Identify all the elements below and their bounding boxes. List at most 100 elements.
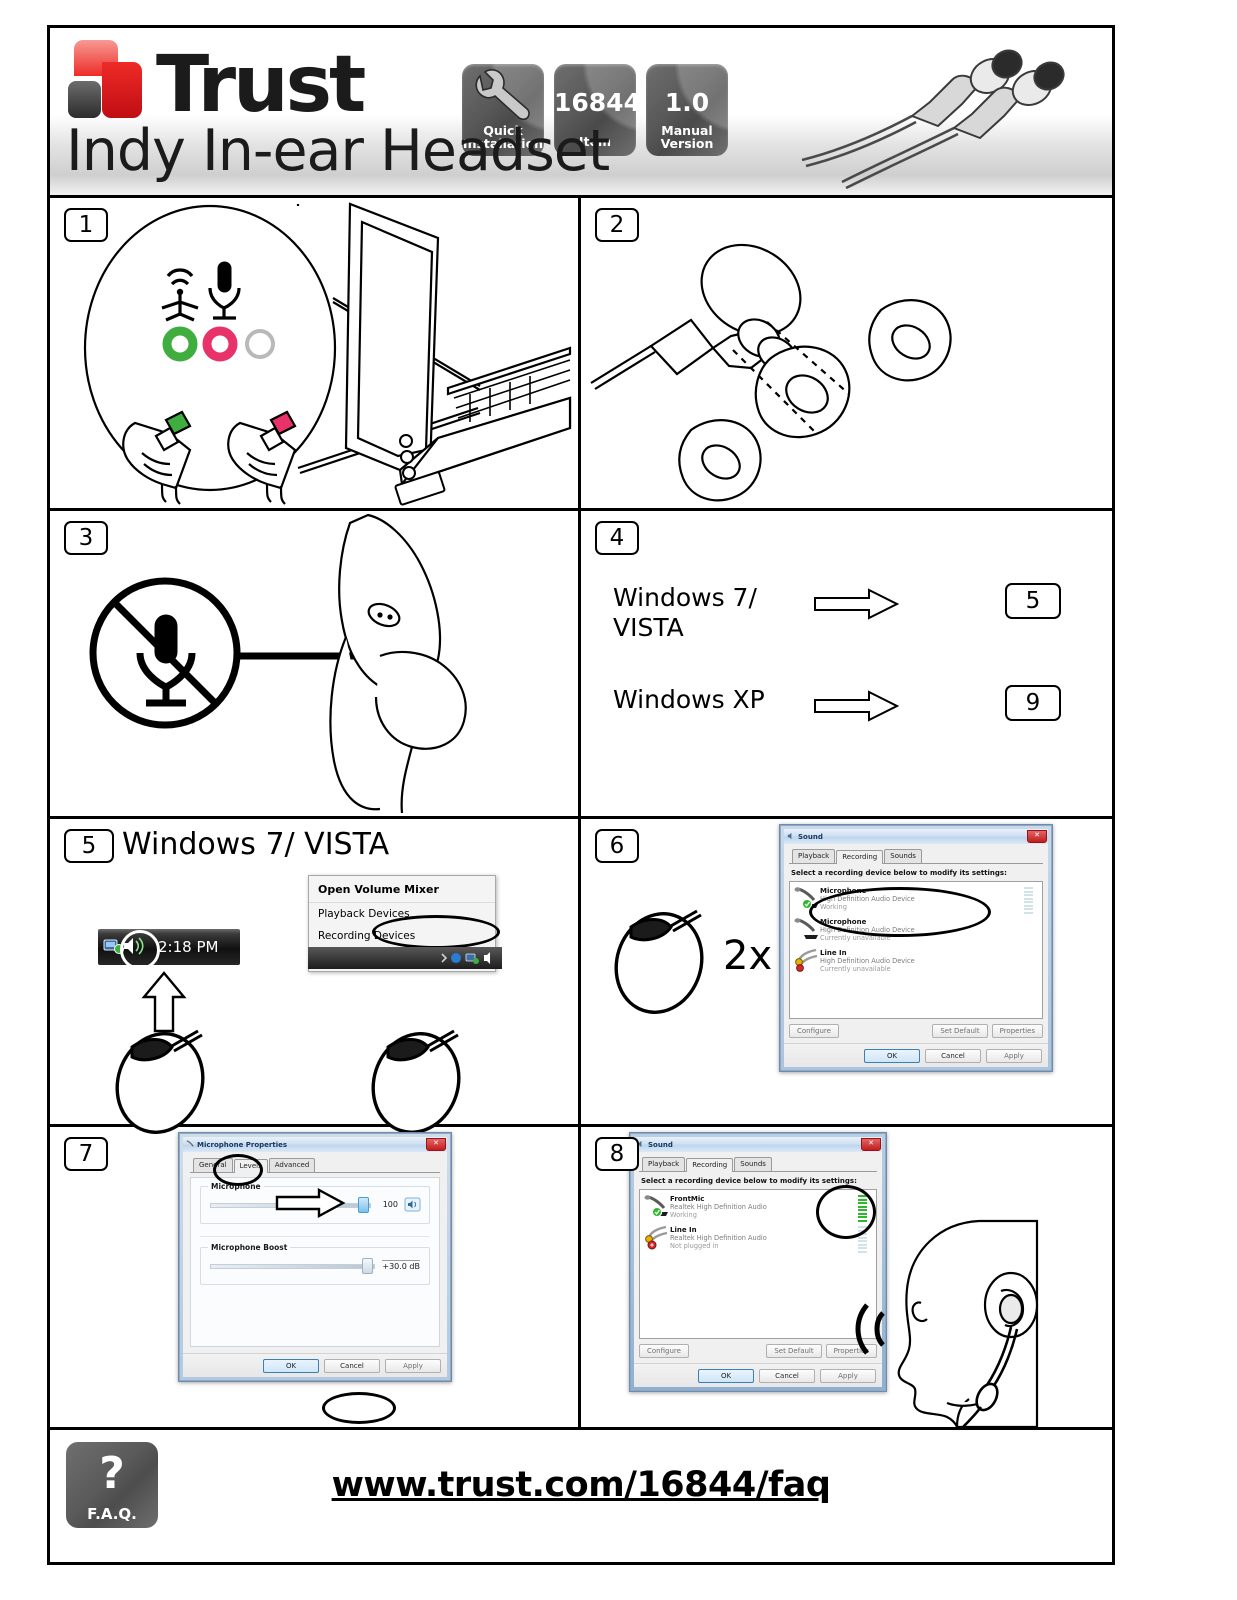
panel-2-illustration: [590, 243, 952, 502]
sound-dialog-titlebar-8: Sound ✕: [634, 1137, 882, 1152]
device-status: Currently unavailable: [820, 965, 891, 973]
brand-name: Trust: [156, 40, 366, 130]
head-wearing-headset-illustration: [855, 1219, 1039, 1429]
line-in-icon: [645, 1225, 668, 1250]
tab-recording[interactable]: Recording: [836, 850, 884, 864]
panel-4: 4 Windows 7/VISTA 5 Windows XP 9: [581, 511, 1112, 816]
taskbar-clock: 2:18 PM: [158, 938, 219, 956]
tray-icons: [441, 952, 490, 964]
sound-dialog-footer-8: OK Cancel Apply: [634, 1363, 882, 1387]
panel-7: 7 Microphone Properties ✕ General Levels…: [50, 1127, 581, 1427]
panel-7-number: 7: [64, 1137, 108, 1171]
recording-devices-highlight: [372, 915, 500, 949]
trust-logo: Trust: [68, 40, 366, 130]
manual-sheet: Trust QuickInstallation 16844 Item 1.0: [47, 25, 1115, 1565]
cancel-button[interactable]: Cancel: [925, 1049, 981, 1063]
panel-4-number: 4: [595, 521, 639, 555]
microphone-level-value: 100: [382, 1199, 398, 1209]
panel-6-number: 6: [595, 829, 639, 863]
microphone-boost-slider[interactable]: [210, 1258, 376, 1274]
panel-1: 1: [50, 198, 581, 508]
close-icon[interactable]: ✕: [426, 1138, 446, 1151]
tab-playback[interactable]: Playback: [642, 1157, 686, 1171]
ok-button[interactable]: OK: [698, 1369, 754, 1383]
microphone-icon: [644, 1195, 668, 1218]
sound-dialog-step6: Sound ✕ Playback Recording Sounds Select…: [779, 824, 1053, 1072]
device-row-line-in[interactable]: Line In High Definition Audio Device Cur…: [794, 948, 1038, 973]
faq-url[interactable]: www.trust.com/16844/faq: [50, 1465, 1112, 1505]
ok-button-highlight: [322, 1392, 396, 1424]
os-selection-list: Windows 7/VISTA 5 Windows XP 9: [613, 583, 1102, 749]
os-label-windows7-vista: Windows 7/VISTA: [613, 583, 757, 642]
tab-playback[interactable]: Playback: [792, 849, 836, 863]
tab-sounds[interactable]: Sounds: [734, 1157, 772, 1171]
badge-version-value: 1.0: [664, 88, 710, 117]
configure-button[interactable]: Configure: [789, 1024, 839, 1038]
device-name: FrontMic: [670, 1195, 705, 1203]
tab-advanced[interactable]: Advanced: [268, 1158, 316, 1172]
wrench-icon: [475, 69, 530, 121]
close-icon[interactable]: ✕: [1027, 830, 1047, 843]
panel-3-number: 3: [64, 521, 108, 555]
ok-button[interactable]: OK: [263, 1359, 319, 1373]
device-status: Working: [670, 1211, 697, 1219]
tab-recording[interactable]: Recording: [686, 1158, 734, 1172]
sound-dialog-hint: Select a recording device below to modif…: [791, 869, 1007, 877]
os-label-windows-xp: Windows XP: [613, 685, 765, 714]
tab-sounds[interactable]: Sounds: [884, 849, 922, 863]
faq-label: F.A.Q.: [87, 1505, 137, 1523]
sound-dialog-body-8: Playback Recording Sounds Select a recor…: [634, 1152, 882, 1363]
speaker-icon: [787, 832, 792, 840]
badge-item-value: 16844: [554, 88, 641, 117]
sound-dialog-hint-8: Select a recording device below to modif…: [641, 1177, 857, 1185]
header: Trust QuickInstallation 16844 Item 1.0: [50, 28, 1112, 198]
goto-step-9[interactable]: 9: [1005, 685, 1061, 721]
mic-properties-footer: OK Cancel Apply: [183, 1353, 447, 1377]
device-driver: Realtek High Definition Audio: [670, 1234, 767, 1242]
device-driver: Realtek High Definition Audio: [670, 1203, 767, 1211]
apply-button[interactable]: Apply: [986, 1049, 1042, 1063]
badge-manual-version: 1.0 Manual Version: [646, 64, 728, 156]
volume-icon-highlight: [120, 930, 160, 970]
panel-8: 8 Sound ✕ Playback Recording Sounds Sele…: [581, 1127, 1112, 1429]
configure-button[interactable]: Configure: [639, 1344, 689, 1358]
row-5-6: 5 Windows 7/ VISTA 2:18 PM Open Volume M…: [50, 819, 1112, 1134]
mute-toggle-icon[interactable]: [404, 1197, 421, 1211]
ok-button[interactable]: OK: [864, 1049, 920, 1063]
device-driver: High Definition Audio Device: [820, 957, 915, 965]
panel-1-illustration: [83, 202, 572, 506]
close-icon[interactable]: ✕: [861, 1138, 881, 1151]
sound-dialog-buttonrow: Configure Set Default Properties: [789, 1024, 1043, 1038]
sound-dialog-step8: Sound ✕ Playback Recording Sounds Select…: [629, 1132, 887, 1392]
device-name: Line In: [670, 1226, 697, 1234]
footer: ? F.A.Q. www.trust.com/16844/faq: [50, 1430, 1112, 1540]
headset-product-image: [801, 49, 1065, 190]
microphone-icon: [186, 1140, 194, 1147]
cancel-button[interactable]: Cancel: [324, 1359, 380, 1373]
apply-button[interactable]: Apply: [385, 1359, 441, 1373]
panel-5-number: 5: [64, 829, 114, 863]
set-default-button[interactable]: Set Default: [932, 1024, 988, 1038]
goto-step-5[interactable]: 5: [1005, 583, 1061, 619]
arrow-up-icon: [141, 971, 187, 1033]
arrow-right-icon-2: [813, 685, 933, 722]
mic-properties-titlebar: Microphone Properties ✕: [183, 1137, 447, 1152]
properties-button[interactable]: Properties: [991, 1024, 1043, 1038]
panel-2-number: 2: [595, 208, 639, 242]
cancel-button[interactable]: Cancel: [759, 1369, 815, 1383]
sound-dialog-tabs: Playback Recording Sounds: [789, 849, 1043, 864]
double-click-label: 2x: [723, 933, 773, 979]
microphone-boost-label: Microphone Boost: [208, 1243, 291, 1252]
levels-tab-highlight: [213, 1154, 263, 1186]
page-title: Indy In-ear Headset: [66, 118, 610, 184]
arrow-right-icon-1: [813, 583, 933, 620]
os-row-windows-xp: Windows XP 9: [613, 685, 1102, 722]
arrow-right-icon-slider: [275, 1187, 346, 1219]
badge-version-label: Manual Version: [660, 123, 714, 151]
menu-item-open-volume-mixer[interactable]: Open Volume Mixer: [309, 876, 495, 903]
panel-8-number: 8: [595, 1137, 639, 1171]
mouse-left-click-icon: [115, 1029, 205, 1134]
taskbar-strip: [308, 947, 502, 969]
device-name: Line In: [820, 949, 847, 957]
set-default-button[interactable]: Set Default: [766, 1344, 822, 1358]
